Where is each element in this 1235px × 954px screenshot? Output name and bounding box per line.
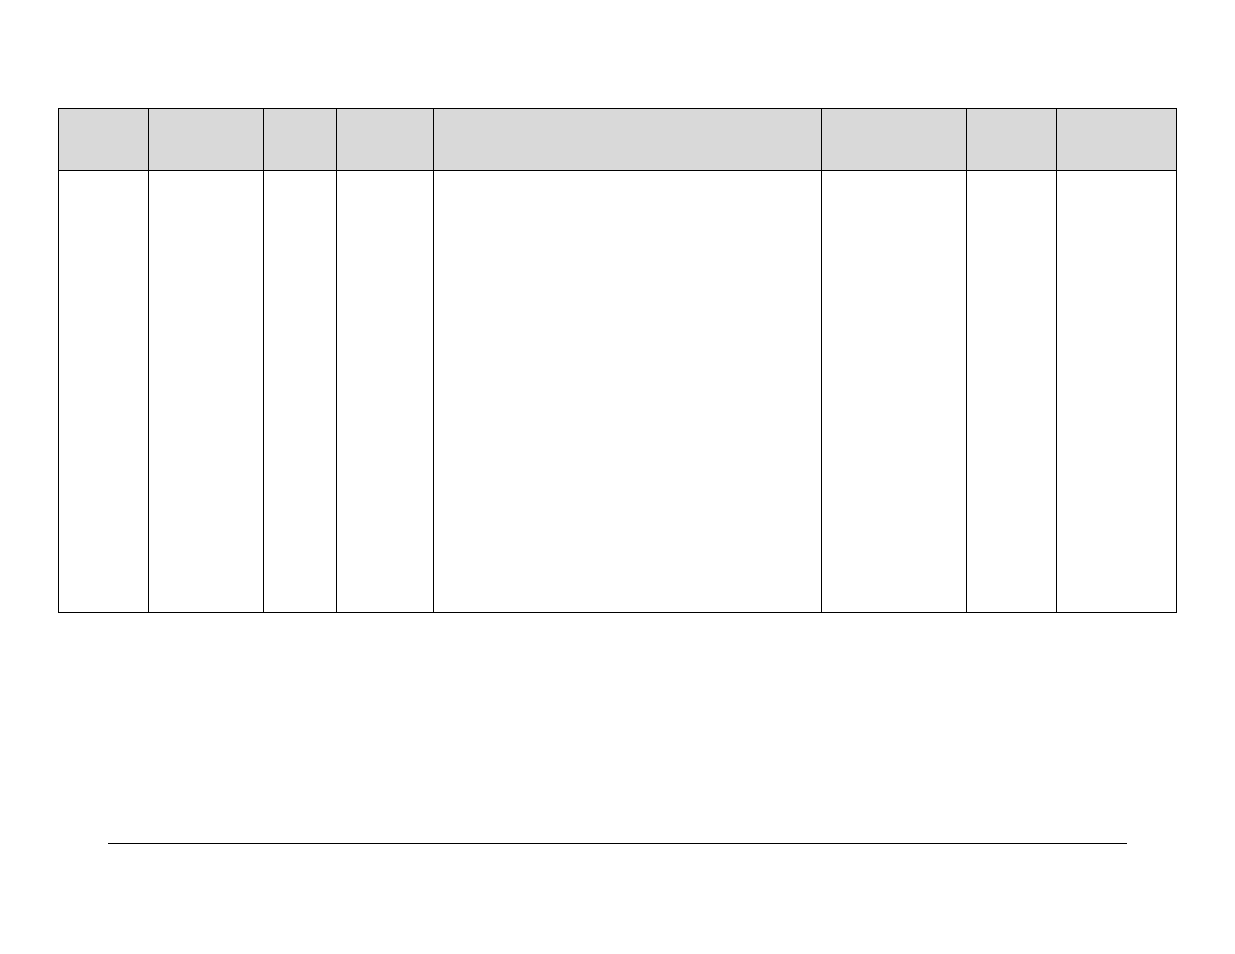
footer-divider <box>108 843 1127 844</box>
data-table <box>58 108 1177 613</box>
table-cell <box>148 171 263 613</box>
table-header-cell <box>967 109 1057 171</box>
table-header-cell <box>148 109 263 171</box>
table-header-cell <box>336 109 433 171</box>
table-header-cell <box>1057 109 1177 171</box>
table-header-cell <box>822 109 967 171</box>
table-row <box>59 171 1177 613</box>
data-table-container <box>58 108 1177 613</box>
table-header-cell <box>263 109 336 171</box>
table-cell <box>822 171 967 613</box>
table-cell <box>263 171 336 613</box>
table-cell <box>59 171 149 613</box>
table-header-cell <box>433 109 822 171</box>
table-cell <box>967 171 1057 613</box>
table-header-cell <box>59 109 149 171</box>
table-cell <box>1057 171 1177 613</box>
table-header-row <box>59 109 1177 171</box>
table-cell <box>433 171 822 613</box>
table-cell <box>336 171 433 613</box>
